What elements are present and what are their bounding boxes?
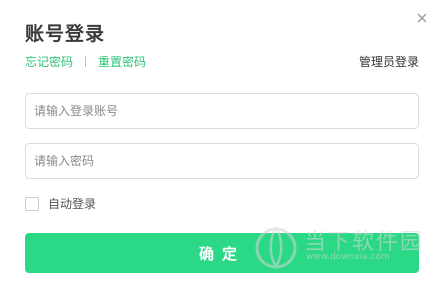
admin-login-link[interactable]: 管理员登录	[359, 53, 419, 70]
reset-password-link[interactable]: 重置密码	[98, 53, 146, 70]
dialog-title: 账号登录	[25, 23, 106, 45]
account-input[interactable]	[25, 93, 419, 129]
password-links: 忘记密码 重置密码	[25, 53, 146, 70]
forgot-password-link[interactable]: 忘记密码	[25, 53, 73, 70]
auto-login-label: 自动登录	[48, 197, 97, 211]
password-input[interactable]	[25, 143, 419, 179]
link-divider	[85, 56, 87, 67]
close-icon[interactable]	[412, 8, 432, 28]
auto-login-row: 自动登录	[25, 195, 96, 212]
auto-login-checkbox[interactable]	[25, 196, 39, 211]
login-dialog: 账号登录 忘记密码 重置密码 管理员登录 自动登录 确定 当下软件园 www.d…	[0, 0, 443, 288]
confirm-button[interactable]: 确定	[25, 233, 419, 273]
